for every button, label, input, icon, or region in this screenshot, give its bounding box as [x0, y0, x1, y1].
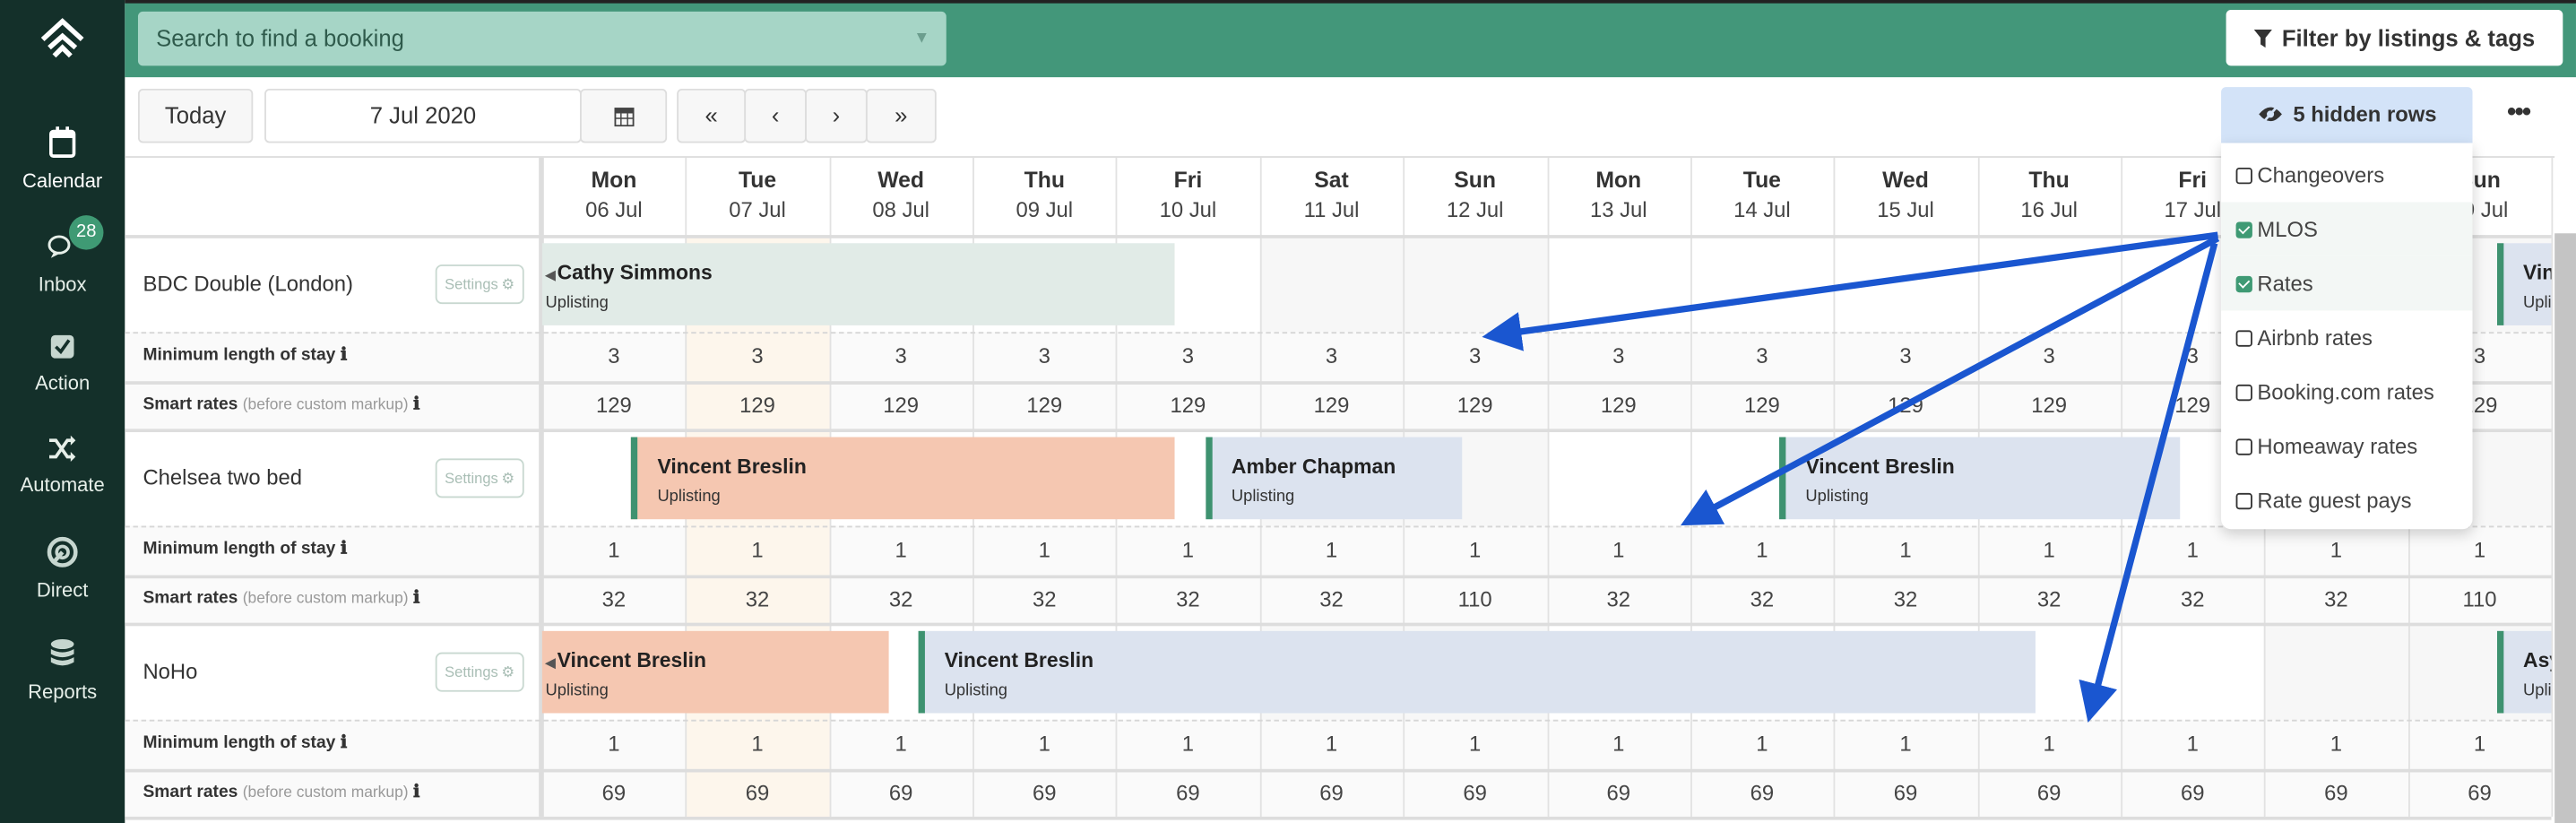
annotation-arrow-mlos-noho: [2079, 242, 2218, 723]
annotation-arrows: [1482, 231, 2220, 723]
annotation-arrow-mlos-chelsea: [1680, 235, 2220, 526]
app: Calendar 28 Inbox Action Automate Direct…: [0, 0, 2576, 823]
annotation-arrow-mlos: [1482, 231, 2218, 351]
